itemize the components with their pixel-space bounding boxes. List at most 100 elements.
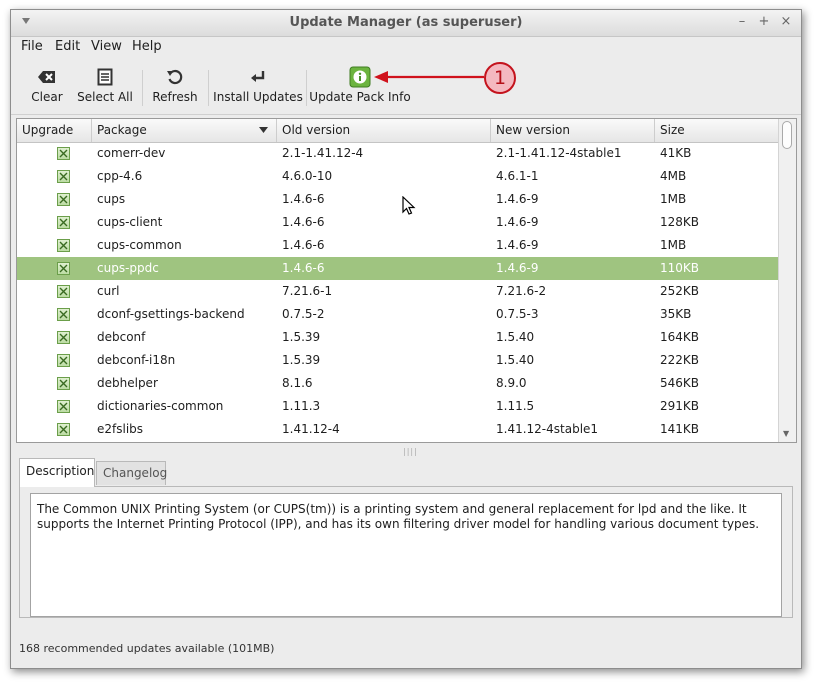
minimize-button[interactable]: –	[735, 14, 749, 29]
menu-file[interactable]: File	[21, 39, 43, 54]
tab-description[interactable]: Description	[19, 458, 95, 487]
table-row[interactable]: cpp-4.6 4.6.0-10 4.6.1-1 4MB	[17, 165, 780, 188]
header-size[interactable]: Size	[655, 119, 780, 142]
cell-size: 252KB	[660, 284, 700, 298]
cell-old-version: 1.11.3	[282, 399, 321, 413]
close-button[interactable]: ×	[779, 14, 793, 29]
cell-package: debconf	[97, 330, 146, 344]
cell-new-version: 8.9.0	[496, 376, 527, 390]
table-row[interactable]: debconf-i18n 1.5.39 1.5.40 222KB	[17, 349, 780, 372]
cell-package: cups-common	[97, 238, 182, 252]
cell-old-version: 1.4.6-6	[282, 192, 325, 206]
tab-changelog[interactable]: Changelog	[96, 461, 167, 485]
toolbar: Clear Select All Refresh Install Updates	[11, 58, 801, 115]
cell-new-version: 2.1-1.41.12-4stable1	[496, 146, 622, 160]
cell-package: dictionaries-common	[97, 399, 224, 413]
cell-new-version: 1.4.6-9	[496, 238, 539, 252]
table-row[interactable]: comerr-dev 2.1-1.41.12-4 2.1-1.41.12-4stab…	[17, 142, 780, 165]
updates-list[interactable]: Upgrade Package Old version New version …	[16, 118, 797, 443]
refresh-label: Refresh	[152, 90, 198, 104]
info-icon	[349, 66, 371, 88]
upgrade-checkbox[interactable]	[57, 377, 70, 390]
toolbar-separator	[208, 70, 209, 106]
cell-new-version: 1.5.40	[496, 353, 535, 367]
scroll-down-arrow-icon[interactable]: ▼	[783, 429, 789, 438]
cell-size: 4MB	[660, 169, 687, 183]
list-header: Upgrade Package Old version New version …	[17, 119, 780, 143]
scroll-thumb[interactable]	[782, 121, 792, 149]
header-new-version[interactable]: New version	[491, 119, 655, 142]
table-row[interactable]: curl 7.21.6-1 7.21.6-2 252KB	[17, 280, 780, 303]
upgrade-checkbox[interactable]	[57, 239, 70, 252]
cell-size: 1MB	[660, 238, 687, 252]
cell-old-version: 4.6.0-10	[282, 169, 333, 183]
update-manager-window: Update Manager (as superuser) – + × File…	[10, 9, 802, 669]
cell-new-version: 7.21.6-2	[496, 284, 547, 298]
upgrade-checkbox[interactable]	[57, 262, 70, 275]
menu-view[interactable]: View	[91, 39, 122, 54]
install-arrow-icon	[251, 71, 265, 82]
select-all-icon	[97, 68, 113, 86]
cell-old-version: 0.7.5-2	[282, 307, 325, 321]
check-icon	[59, 195, 68, 204]
check-icon	[59, 425, 68, 434]
upgrade-checkbox[interactable]	[57, 193, 70, 206]
table-row[interactable]: dconf-gsettings-backend 0.7.5-2 0.7.5-3 35K…	[17, 303, 780, 326]
sort-down-icon	[259, 127, 268, 133]
table-row[interactable]: debhelper 8.1.6 8.9.0 546KB	[17, 372, 780, 395]
cell-size: 141KB	[660, 422, 700, 436]
upgrade-checkbox[interactable]	[57, 308, 70, 321]
upgrade-checkbox[interactable]	[57, 331, 70, 344]
upgrade-checkbox[interactable]	[57, 354, 70, 367]
table-row[interactable]: debconf 1.5.39 1.5.40 164KB	[17, 326, 780, 349]
header-package[interactable]: Package	[92, 119, 277, 142]
vertical-scrollbar[interactable]: ▼	[778, 119, 796, 442]
upgrade-checkbox[interactable]	[57, 147, 70, 160]
check-icon	[59, 218, 68, 227]
toolbar-separator	[306, 70, 307, 106]
header-old-version[interactable]: Old version	[277, 119, 491, 142]
cell-new-version: 1.4.6-9	[496, 192, 539, 206]
menu-edit[interactable]: Edit	[55, 39, 80, 54]
cell-size: 291KB	[660, 399, 700, 413]
cell-old-version: 1.5.39	[282, 353, 321, 367]
upgrade-checkbox[interactable]	[57, 423, 70, 436]
table-row[interactable]: cups-ppdc 1.4.6-6 1.4.6-9 110KB	[17, 257, 780, 280]
table-row[interactable]: cups-common 1.4.6-6 1.4.6-9 1MB	[17, 234, 780, 257]
cell-size: 222KB	[660, 353, 700, 367]
cell-old-version: 1.5.39	[282, 330, 321, 344]
cell-size: 35KB	[660, 307, 692, 321]
upgrade-checkbox[interactable]	[57, 400, 70, 413]
cell-package: cups-client	[97, 215, 163, 229]
table-row[interactable]: e2fslibs 1.41.12-4 1.41.12-4stable1 141KB	[17, 418, 780, 441]
annotation-arrow	[374, 71, 484, 83]
header-upgrade[interactable]: Upgrade	[17, 119, 92, 142]
pane-resize-grip[interactable]: ||||	[403, 447, 418, 456]
annotation-callout: 1	[484, 62, 516, 94]
cell-new-version: 1.4.6-9	[496, 261, 539, 275]
cell-package: e2fslibs	[97, 422, 144, 436]
table-row[interactable]: cups-client 1.4.6-6 1.4.6-9 128KB	[17, 211, 780, 234]
cell-new-version: 1.5.40	[496, 330, 535, 344]
refresh-icon	[167, 69, 183, 85]
title-bar[interactable]: Update Manager (as superuser) – + ×	[11, 10, 801, 37]
upgrade-checkbox[interactable]	[57, 170, 70, 183]
upgrade-checkbox[interactable]	[57, 216, 70, 229]
status-text: 168 recommended updates available (101MB…	[19, 642, 275, 655]
install-updates-button[interactable]: Install Updates	[213, 66, 303, 110]
menu-help[interactable]: Help	[132, 39, 162, 54]
upgrade-checkbox[interactable]	[57, 285, 70, 298]
cell-package: comerr-dev	[97, 146, 166, 160]
description-text[interactable]: The Common UNIX Printing System (or CUPS…	[30, 493, 782, 617]
maximize-button[interactable]: +	[757, 14, 771, 29]
cell-package: cpp-4.6	[97, 169, 143, 183]
check-icon	[59, 333, 68, 342]
clear-button[interactable]: Clear	[31, 66, 63, 110]
select-all-button[interactable]: Select All	[77, 66, 133, 110]
refresh-button[interactable]: Refresh	[152, 66, 198, 110]
table-row[interactable]: cups 1.4.6-6 1.4.6-9 1MB	[17, 188, 780, 211]
header-package-label: Package	[97, 123, 147, 137]
table-row[interactable]: dictionaries-common 1.11.3 1.11.5 291KB	[17, 395, 780, 418]
cell-size: 164KB	[660, 330, 700, 344]
install-updates-label: Install Updates	[213, 90, 303, 104]
